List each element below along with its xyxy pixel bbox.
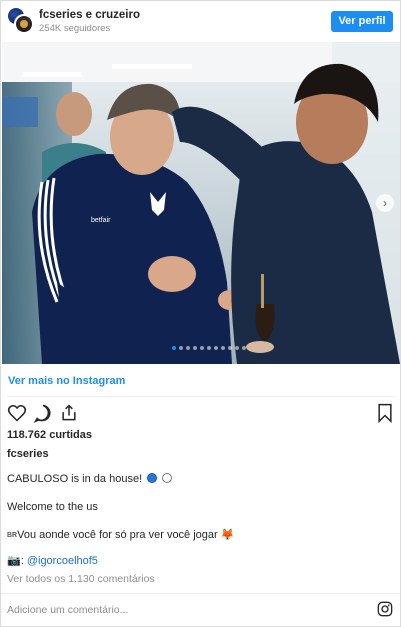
view-more-link[interactable]: Ver mais no Instagram [8,375,125,387]
shirt-sponsor-logo: betfair [91,217,111,224]
carousel-dot [193,346,197,350]
blue-circle-icon [147,473,158,483]
carousel-dot [186,346,190,350]
caption-line-3: BRVou aonde você for só pra ver você jog… [7,528,234,541]
carousel-dots [172,346,246,350]
mention-link[interactable]: @igorcoelhof5 [27,555,98,567]
follower-count: 254K seguidores [39,23,111,34]
carousel-dot [214,346,218,350]
avatar[interactable] [6,6,34,34]
chevron-right-icon[interactable]: › [376,194,394,212]
avatar-cruzeiro [14,14,34,34]
share-icon[interactable] [59,403,79,423]
caption-line-4: 📷: @igorcoelhof5 [7,554,98,567]
carousel-dot [221,346,225,350]
carousel-dot [235,346,239,350]
username[interactable]: fcseries e cruzeiro [39,9,140,21]
carousel-dot [228,346,232,350]
carousel-dot [207,346,211,350]
bookmark-icon[interactable] [375,403,395,424]
white-circle-icon [162,473,173,483]
carousel-dot [200,346,204,350]
photo-illustration: betfair [2,42,400,364]
view-profile-button[interactable]: Ver perfil [331,11,393,32]
divider [7,396,395,397]
comment-input[interactable]: Adicione um comentário... [7,604,128,616]
divider [1,593,400,594]
caption-line-2: Welcome to the us [7,501,98,513]
caption-line-3-text: Vou aonde você for só pra ver você jogar [17,529,218,541]
fox-emoji-icon: 🦊 [220,529,235,541]
instagram-icon[interactable] [377,601,393,617]
view-all-comments-link[interactable]: Ver todos os 1.130 comentários [7,573,155,585]
instagram-embed-card: fcseries e cruzeiro 254K seguidores Ver … [0,0,401,627]
post-photo[interactable]: betfair › [2,42,400,364]
carousel-dot [172,346,176,350]
caption-line-1: CABULOSO is in da house! [7,473,173,485]
post-header: fcseries e cruzeiro 254K seguidores Ver … [1,1,400,41]
heart-icon[interactable] [7,403,27,423]
caption-username[interactable]: fcseries [7,448,49,460]
carousel-dot [242,346,246,350]
camera-emoji-icon: 📷 [7,555,21,567]
likes-count: 118.762 curtidas [7,429,93,441]
post-actions [7,403,395,425]
comment-icon[interactable] [33,403,53,423]
caption-line-1-text: CABULOSO is in da house! [7,473,143,485]
brazil-flag-icon: BR [7,532,18,539]
carousel-dot [179,346,183,350]
